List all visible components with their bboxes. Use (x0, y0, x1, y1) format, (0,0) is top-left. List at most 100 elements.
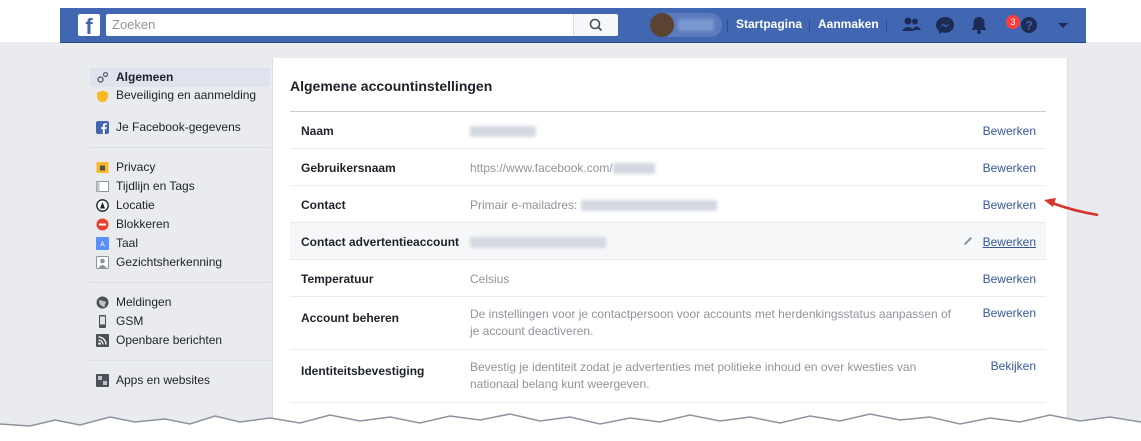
search-icon (589, 18, 603, 32)
settings-row-contact[interactable]: Contact Primair e-mailadres: Bewerken (290, 186, 1046, 223)
sidebar-divider (90, 282, 270, 283)
edit-ad-contact-link[interactable]: Bewerken (983, 235, 1036, 249)
row-value: De instellingen voor je contactpersoon v… (470, 307, 951, 338)
row-value: Primair e-mailadres: (470, 198, 717, 212)
settings-row-username[interactable]: Gebruikersnaam https://www.facebook.com/… (290, 149, 1046, 186)
row-value: Bevestig je identiteit zodat je adverten… (470, 360, 917, 391)
pencil-icon (964, 237, 972, 245)
shield-icon (97, 90, 108, 103)
sidebar-item-face-recognition[interactable]: Gezichtsherkenning (90, 253, 270, 272)
settings-row-name[interactable]: Naam Bewerken (290, 112, 1046, 149)
sidebar-item-label: Blokkeren (116, 217, 170, 231)
face-icon (96, 256, 109, 269)
row-value: https://www.facebook.com/ (470, 161, 655, 175)
sidebar-item-facebook-data[interactable]: Je Facebook-gegevens (90, 118, 270, 137)
sidebar-item-label: Privacy (116, 160, 156, 174)
sidebar-item-apps[interactable]: Apps en websites (90, 371, 270, 390)
globe-icon (96, 296, 109, 309)
chevron-down-icon[interactable] (1052, 15, 1074, 35)
apps-icon (96, 374, 109, 387)
page-title: Algemene accountinstellingen (290, 78, 493, 94)
row-label: Naam (301, 124, 334, 138)
sidebar-item-general[interactable]: Algemeen (90, 68, 270, 87)
sidebar-item-public-posts[interactable]: Openbare berichten (90, 331, 270, 350)
row-value (470, 124, 536, 138)
navigation-bar: f Zoeken Startpagina Aanmaken 3 ? (60, 8, 1086, 43)
redacted-name (470, 126, 536, 138)
sidebar-item-label: Gezichtsherkenning (116, 255, 223, 269)
lock-icon (96, 162, 109, 173)
sidebar-item-label: Je Facebook-gegevens (116, 120, 241, 134)
sidebar-item-label: Beveiliging en aanmelding (116, 88, 257, 102)
nav-separator (727, 19, 728, 33)
annotation-arrow (1044, 198, 1099, 217)
row-value (470, 235, 606, 249)
svg-text:A: A (100, 242, 105, 249)
sidebar-item-label: Taal (116, 236, 139, 250)
facebook-icon (96, 121, 109, 134)
general-settings-panel: Algemene accountinstellingen Naam Bewerk… (272, 58, 1068, 441)
nav-separator (809, 19, 810, 33)
edit-username-link[interactable]: Bewerken (983, 161, 1036, 175)
sidebar-item-privacy[interactable]: Privacy (90, 158, 270, 177)
settings-sidebar: Algemeen Beveiliging en aanmelding Je Fa… (90, 68, 270, 390)
settings-table: Naam Bewerken Gebruikersnaam https://www… (290, 111, 1046, 403)
row-label: Gebruikersnaam (301, 161, 396, 175)
sidebar-item-label: Apps en websites (116, 373, 211, 387)
search-input[interactable]: Zoeken (106, 14, 576, 36)
sidebar-item-language[interactable]: A Taal (90, 234, 270, 253)
sidebar-item-label: Openbare berichten (116, 333, 223, 347)
settings-row-identity[interactable]: Identiteitsbevestiging Bevestig je ident… (290, 350, 1046, 403)
username-prefix: https://www.facebook.com/ (470, 161, 613, 175)
friends-icon[interactable] (900, 15, 922, 35)
sidebar-divider (90, 360, 270, 361)
top-bar: f Zoeken Startpagina Aanmaken 3 ? (0, 0, 1141, 43)
facebook-logo[interactable]: f (78, 14, 100, 36)
home-link[interactable]: Startpagina (736, 17, 802, 31)
redacted-email (580, 200, 717, 212)
phone-icon (99, 315, 106, 328)
torn-edge (0, 413, 1141, 441)
row-value: Celsius (470, 272, 510, 286)
row-label: Contact advertentieaccount (301, 235, 460, 249)
sidebar-item-label: GSM (116, 314, 144, 328)
sidebar-item-label: Tijdlijn en Tags (116, 179, 195, 193)
nav-separator (886, 19, 887, 33)
sidebar-divider (90, 147, 270, 148)
sidebar-item-label: Algemeen (116, 70, 174, 84)
language-icon: A (96, 237, 109, 250)
sidebar-item-timeline[interactable]: Tijdlijn en Tags (90, 177, 270, 196)
edit-temperature-link[interactable]: Bewerken (983, 272, 1036, 286)
row-label: Identiteitsbevestiging (301, 364, 425, 378)
create-link[interactable]: Aanmaken (818, 17, 879, 31)
sidebar-item-blocking[interactable]: Blokkeren (90, 215, 270, 234)
sidebar-item-mobile[interactable]: GSM (90, 312, 270, 331)
avatar (650, 13, 674, 37)
block-icon (96, 218, 109, 231)
bell-icon[interactable] (968, 15, 990, 35)
settings-row-temperature[interactable]: Temperatuur Celsius Bewerken (290, 260, 1046, 297)
sidebar-item-notifications[interactable]: Meldingen (90, 293, 270, 312)
timeline-icon (96, 181, 109, 192)
redacted-username (612, 163, 655, 175)
row-label: Contact (301, 198, 346, 212)
primary-email-label: Primair e-mailadres: (470, 198, 578, 212)
edit-contact-link[interactable]: Bewerken (983, 198, 1036, 212)
profile-link[interactable] (650, 13, 722, 37)
profile-name-redacted (678, 19, 714, 31)
sidebar-item-security[interactable]: Beveiliging en aanmelding (90, 87, 270, 118)
settings-row-manage-account[interactable]: Account beheren De instellingen voor je … (290, 297, 1046, 350)
messenger-icon[interactable] (934, 15, 956, 35)
svg-text:?: ? (1025, 19, 1032, 33)
view-identity-link[interactable]: Bekijken (991, 359, 1036, 373)
redacted-ad-email (470, 237, 606, 249)
help-icon[interactable]: ? (1018, 15, 1040, 35)
sidebar-item-label: Meldingen (116, 295, 172, 309)
row-label: Temperatuur (301, 272, 374, 286)
edit-name-link[interactable]: Bewerken (983, 124, 1036, 138)
sidebar-item-location[interactable]: Locatie (90, 196, 270, 215)
gear-icon (97, 71, 109, 83)
search-button[interactable] (573, 14, 618, 36)
settings-row-ad-contact[interactable]: Contact advertentieaccount Bewerken (290, 223, 1046, 260)
edit-manage-account-link[interactable]: Bewerken (983, 306, 1036, 320)
